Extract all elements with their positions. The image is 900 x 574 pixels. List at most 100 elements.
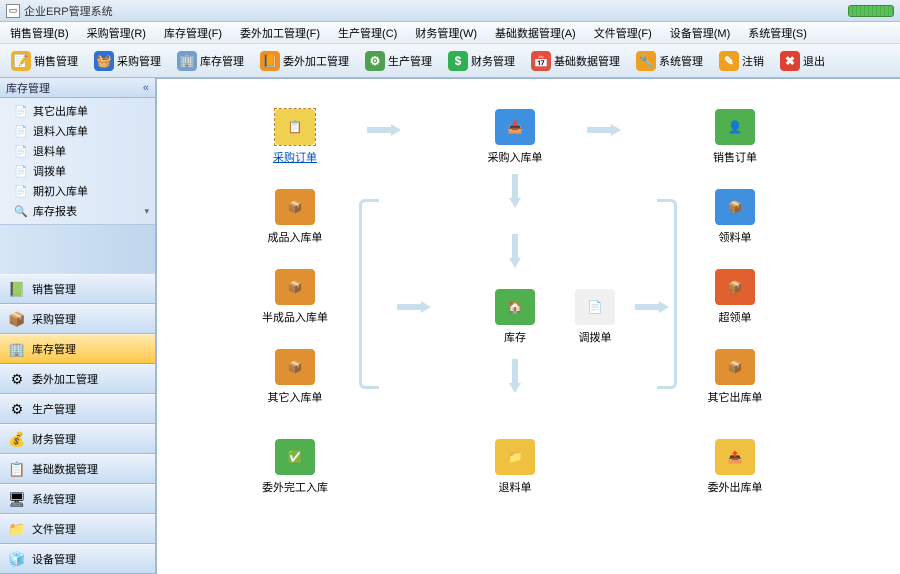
flow-node-icon: 📄 <box>575 289 615 325</box>
collapse-icon[interactable]: « <box>143 82 149 94</box>
nav-item-icon: ⚙ <box>8 370 26 388</box>
toolbar-btn-5[interactable]: $财务管理 <box>441 46 522 76</box>
flow-node-n1[interactable]: 📋采购订单 <box>257 109 333 165</box>
tree-item-icon: 📄 <box>14 164 28 178</box>
nav-item-label: 系统管理 <box>32 491 76 507</box>
flow-node-n3[interactable]: 👤销售订单 <box>697 109 773 165</box>
nav-item-8[interactable]: 📁文件管理 <box>0 514 155 544</box>
tree-item-2[interactable]: 📄 退料单 <box>0 141 155 161</box>
tree-item-3[interactable]: 📄调拨单 <box>0 161 155 181</box>
flow-node-icon: 📦 <box>715 349 755 385</box>
menu-item-0[interactable]: 销售管理(B) <box>6 23 73 43</box>
nav-item-5[interactable]: 💰 财务管理 <box>0 424 155 454</box>
menu-item-2[interactable]: 库存管理(F) <box>160 23 226 43</box>
flow-node-label: 成品入库单 <box>257 229 333 245</box>
tree-item-icon: 📄 <box>14 184 28 198</box>
nav-item-7[interactable]: 🖥系统管理 <box>0 484 155 514</box>
flow-node-label: 调拨单 <box>557 329 633 345</box>
nav-item-4[interactable]: ⚙生产管理 <box>0 394 155 424</box>
flow-arrow-down <box>509 359 521 393</box>
tree-item-5[interactable]: 🔍库存报表 <box>0 201 155 221</box>
menu-item-8[interactable]: 设备管理(M) <box>666 23 735 43</box>
nav-item-6[interactable]: 📋基础数据管理 <box>0 454 155 484</box>
flow-node-n11[interactable]: 📦 其它出库单 <box>697 349 773 405</box>
nav-item-label: 采购管理 <box>32 311 76 327</box>
nav-item-0[interactable]: 📗销售管理 <box>0 274 155 304</box>
toolbar-btn-3[interactable]: 📙委外加工管理 <box>253 46 356 76</box>
tree-item-0[interactable]: 📄其它出库单 <box>0 101 155 121</box>
toolbar-label: 基础数据管理 <box>554 53 620 69</box>
toolbar-btn-2[interactable]: 🏢库存管理 <box>170 46 251 76</box>
toolbar-label: 系统管理 <box>659 53 703 69</box>
toolbar-icon: ✎ <box>719 51 739 71</box>
flow-node-n6[interactable]: 📦半成品入库单 <box>257 269 333 325</box>
toolbar-btn-6[interactable]: 📅基础数据管理 <box>524 46 627 76</box>
menu-item-6[interactable]: 基础数据管理(A) <box>491 23 580 43</box>
toolbar-icon: ⚙ <box>365 51 385 71</box>
menu-item-1[interactable]: 采购管理(R) <box>83 23 150 43</box>
nav-item-label: 文件管理 <box>32 521 76 537</box>
flow-node-label: 领料单 <box>697 229 773 245</box>
toolbar-icon: 🔧 <box>636 51 656 71</box>
toolbar-icon: 📝 <box>11 51 31 71</box>
menu-item-4[interactable]: 生产管理(C) <box>334 23 401 43</box>
tree-item-icon: 📄 <box>14 144 28 158</box>
flow-node-n12[interactable]: ✅ 委外完工入库 <box>257 439 333 495</box>
flow-node-label: 其它入库单 <box>257 389 333 405</box>
flow-node-label: 退料单 <box>477 479 553 495</box>
flow-arrow-right <box>367 124 401 136</box>
toolbar-btn-8[interactable]: ✎注销 <box>712 46 771 76</box>
menu-item-3[interactable]: 委外加工管理(F) <box>236 23 324 43</box>
tree-item-icon: 🔍 <box>14 204 28 218</box>
flow-node-label: 采购入库单 <box>477 149 553 165</box>
flow-node-n7[interactable]: 🏠库存 <box>477 289 553 345</box>
flow-node-n4[interactable]: 📦 成品入库单 <box>257 189 333 245</box>
toolbar: 📝销售管理🧺采购管理🏢库存管理📙委外加工管理⚙生产管理$财务管理📅基础数据管理🔧… <box>0 44 900 78</box>
flow-node-label: 委外完工入库 <box>257 479 333 495</box>
toolbar-btn-7[interactable]: 🔧系统管理 <box>629 46 710 76</box>
nav-item-label: 财务管理 <box>32 431 76 447</box>
flow-node-n2[interactable]: 📥采购入库单 <box>477 109 553 165</box>
nav-item-icon: 📋 <box>8 460 26 478</box>
nav-item-1[interactable]: 📦采购管理 <box>0 304 155 334</box>
flow-node-n9[interactable]: 📦超领单 <box>697 269 773 325</box>
toolbar-icon: 🧺 <box>94 51 114 71</box>
toolbar-btn-4[interactable]: ⚙生产管理 <box>358 46 439 76</box>
flow-node-label: 半成品入库单 <box>257 309 333 325</box>
nav-item-9[interactable]: 🧊设备管理 <box>0 544 155 574</box>
toolbar-btn-0[interactable]: 📝销售管理 <box>4 46 85 76</box>
toolbar-icon: ✖ <box>780 51 800 71</box>
toolbar-icon: 📙 <box>260 51 280 71</box>
toolbar-btn-9[interactable]: ✖退出 <box>773 46 832 76</box>
nav-item-3[interactable]: ⚙ 委外加工管理 <box>0 364 155 394</box>
menu-item-5[interactable]: 财务管理(W) <box>411 23 481 43</box>
sidebar-tree: 📄其它出库单📄退料入库单📄退料单📄调拨单📄期初入库单🔍库存报表 <box>0 98 155 225</box>
toolbar-label: 生产管理 <box>388 53 432 69</box>
tree-item-1[interactable]: 📄退料入库单 <box>0 121 155 141</box>
workflow-canvas: 📋采购订单📥采购入库单👤销售订单📦成品入库单📦领料单📦半成品入库单🏠库存📄调拨单… <box>156 78 900 574</box>
flow-node-icon: 📦 <box>275 189 315 225</box>
tree-item-label: 退料入库单 <box>33 123 88 139</box>
sidebar-header[interactable]: 库存管理 « <box>0 78 155 98</box>
flow-node-n10[interactable]: 📦其它入库单 <box>257 349 333 405</box>
battery-icon <box>848 5 894 17</box>
toolbar-icon: $ <box>448 51 468 71</box>
nav-item-icon: 💰 <box>8 430 26 448</box>
tree-item-4[interactable]: 📄期初入库单 <box>0 181 155 201</box>
flow-node-n14[interactable]: 📤委外出库单 <box>697 439 773 495</box>
flow-node-label: 其它出库单 <box>697 389 773 405</box>
flow-node-n13[interactable]: 📁退料单 <box>477 439 553 495</box>
nav-item-2[interactable]: 🏢库存管理 <box>0 334 155 364</box>
flow-node-icon: 📤 <box>715 439 755 475</box>
nav-item-label: 委外加工管理 <box>32 371 98 387</box>
menu-item-9[interactable]: 系统管理(S) <box>744 23 811 43</box>
nav-item-label: 销售管理 <box>32 281 76 297</box>
toolbar-btn-1[interactable]: 🧺采购管理 <box>87 46 168 76</box>
nav-item-icon: 🧊 <box>8 550 26 568</box>
flow-node-n8[interactable]: 📄 调拨单 <box>557 289 633 345</box>
app-title: 企业ERP管理系统 <box>24 3 113 19</box>
flow-node-n5[interactable]: 📦领料单 <box>697 189 773 245</box>
flow-node-icon: ✅ <box>275 439 315 475</box>
tree-item-label: 退料单 <box>33 143 66 159</box>
menu-item-7[interactable]: 文件管理(F) <box>590 23 656 43</box>
